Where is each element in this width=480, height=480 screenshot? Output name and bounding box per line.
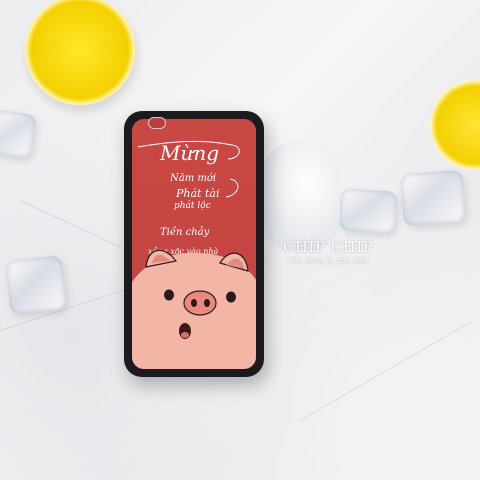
pig-illustration [132, 140, 256, 369]
camera-cutout [148, 117, 166, 129]
ice-cube [0, 109, 37, 159]
marble-vein [19, 200, 129, 252]
ice-cube [5, 255, 67, 315]
phone-case: Mừng Năm mới Phát tài phát lộc Tiền chảy… [124, 111, 264, 377]
watermark: CHIP CHIP Gấu_bông_&_phụ_kiện [283, 238, 373, 265]
case-artwork: Mừng Năm mới Phát tài phát lộc Tiền chảy… [132, 119, 256, 369]
photo-scene: Mừng Năm mới Phát tài phát lộc Tiền chảy… [0, 0, 480, 480]
lemon-slice [25, 0, 135, 105]
watermark-name: CHIP CHIP [283, 238, 374, 256]
watermark-tagline: Gấu_bông_&_phụ_kiện [287, 257, 369, 265]
glass-object [260, 140, 340, 250]
ice-cube [400, 169, 466, 227]
marble-vein [299, 320, 474, 421]
ice-cube [338, 188, 398, 234]
lemon-slice [430, 80, 480, 170]
